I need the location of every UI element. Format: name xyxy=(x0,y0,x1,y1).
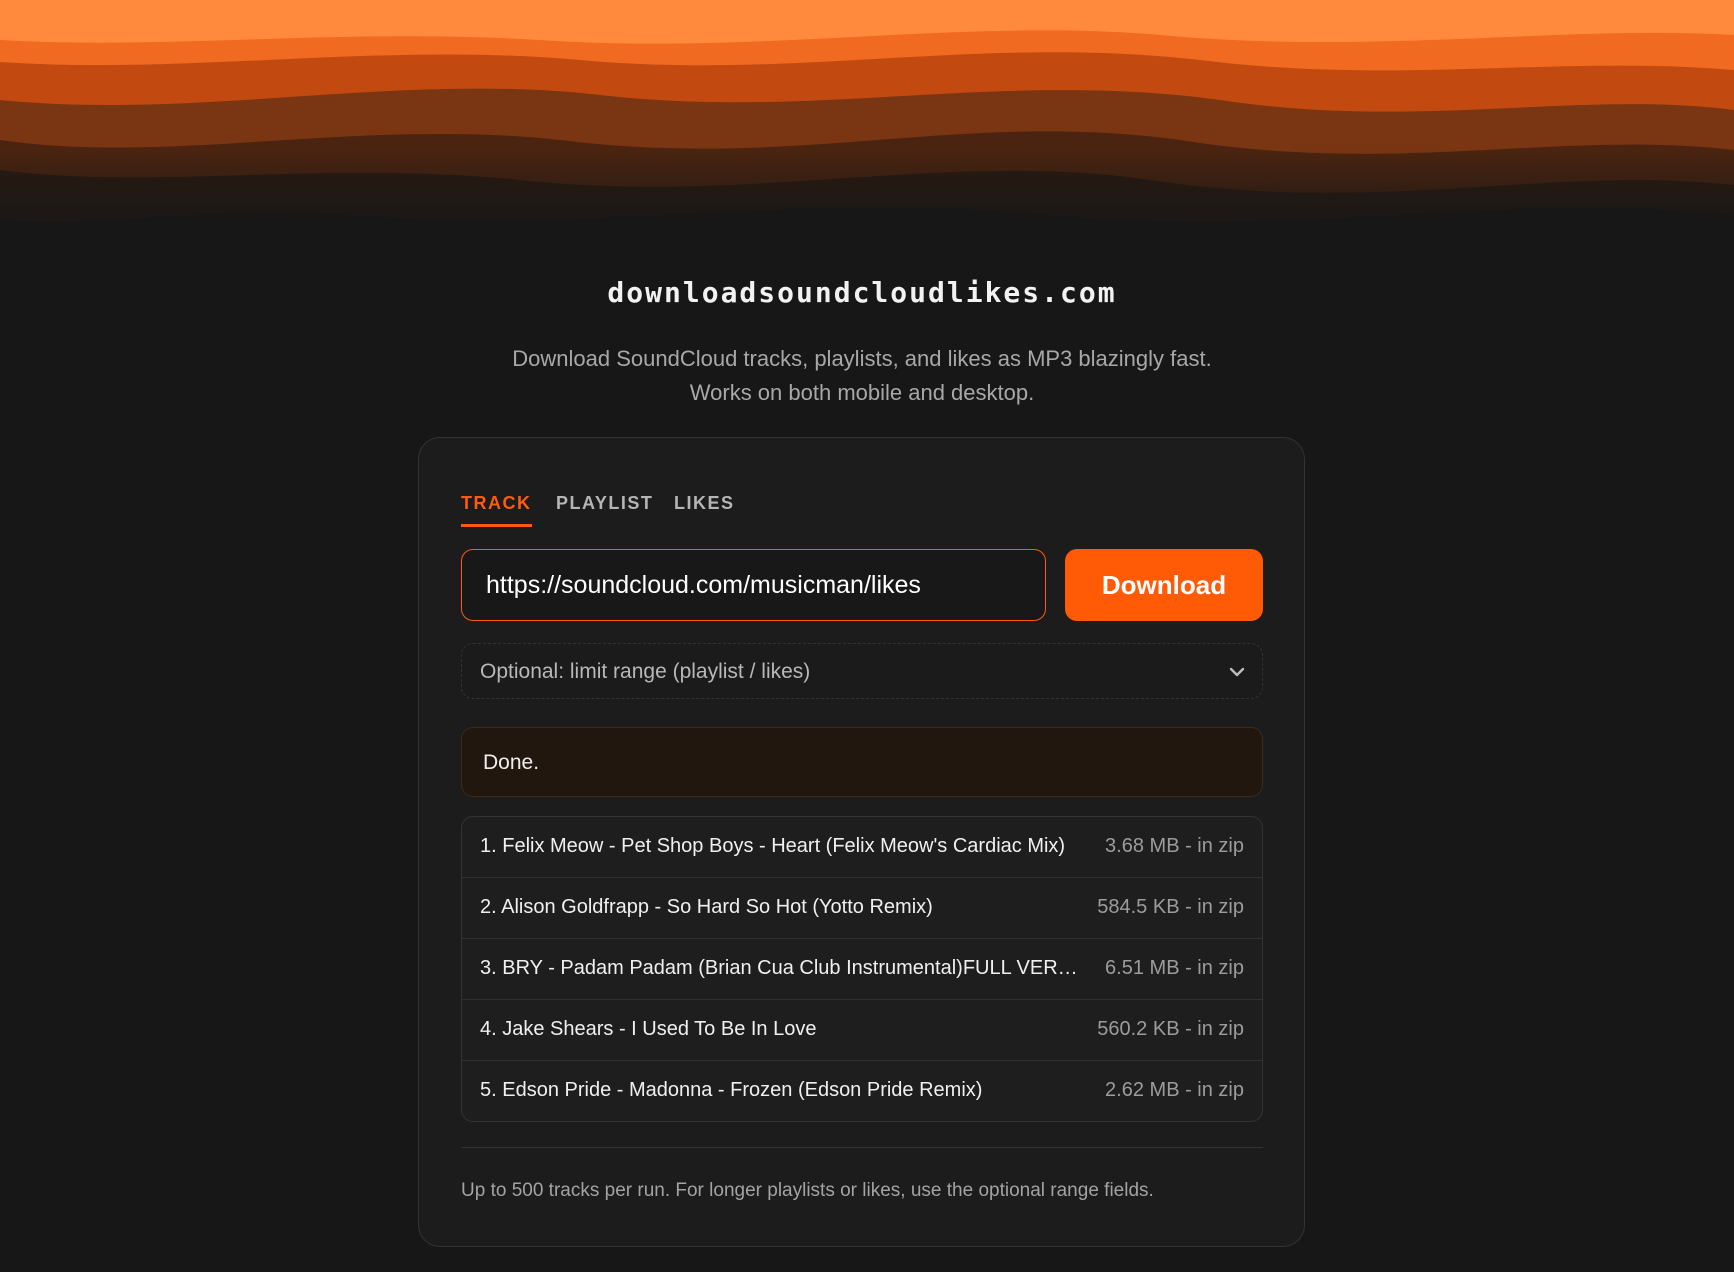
tab-playlist[interactable]: PLAYLIST xyxy=(556,493,653,524)
track-name: 5. Edson Pride - Madonna - Frozen (Edson… xyxy=(480,1079,983,1101)
tagline-line-1: Download SoundCloud tracks, playlists, a… xyxy=(512,346,1212,371)
track-row: 3. BRY - Padam Padam (Brian Cua Club Ins… xyxy=(462,939,1262,1000)
track-name: 2. Alison Goldfrapp - So Hard So Hot (Yo… xyxy=(480,896,933,918)
track-row: 2. Alison Goldfrapp - So Hard So Hot (Yo… xyxy=(462,878,1262,939)
track-size: 584.5 KB - in zip xyxy=(1097,896,1244,918)
range-toggle-label: Optional: limit range (playlist / likes) xyxy=(480,660,811,683)
track-row: 5. Edson Pride - Madonna - Frozen (Edson… xyxy=(462,1061,1262,1121)
chevron-down-icon xyxy=(1229,667,1245,677)
status-text: Done. xyxy=(483,751,540,774)
page: downloadsoundcloudlikes.com Download Sou… xyxy=(0,0,1734,1272)
track-list: 1. Felix Meow - Pet Shop Boys - Heart (F… xyxy=(461,816,1263,1122)
tagline-line-2: Works on both mobile and desktop. xyxy=(689,380,1035,405)
track-name: 3. BRY - Padam Padam (Brian Cua Club Ins… xyxy=(480,957,1090,979)
footnote: Up to 500 tracks per run. For longer pla… xyxy=(461,1180,1154,1201)
url-input[interactable] xyxy=(461,549,1046,621)
tab-likes[interactable]: LIKES xyxy=(674,493,735,524)
track-size: 3.68 MB - in zip xyxy=(1105,835,1244,857)
tagline: Download SoundCloud tracks, playlists, a… xyxy=(0,342,1724,410)
status-box: Done. xyxy=(461,727,1263,797)
track-row: 1. Felix Meow - Pet Shop Boys - Heart (F… xyxy=(462,817,1262,878)
divider xyxy=(461,1147,1263,1148)
track-size: 6.51 MB - in zip xyxy=(1105,957,1244,979)
download-button[interactable]: Download xyxy=(1065,549,1263,621)
download-card: TRACK PLAYLIST LIKES Download Optional: … xyxy=(418,437,1305,1247)
track-size: 560.2 KB - in zip xyxy=(1097,1018,1244,1040)
site-title: downloadsoundcloudlikes.com xyxy=(607,276,1117,309)
range-toggle[interactable]: Optional: limit range (playlist / likes) xyxy=(461,643,1263,699)
tab-track[interactable]: TRACK xyxy=(461,493,532,527)
track-name: 4. Jake Shears - I Used To Be In Love xyxy=(480,1018,817,1040)
track-row: 4. Jake Shears - I Used To Be In Love 56… xyxy=(462,1000,1262,1061)
track-name: 1. Felix Meow - Pet Shop Boys - Heart (F… xyxy=(480,835,1066,857)
wave-banner xyxy=(0,0,1734,240)
track-size: 2.62 MB - in zip xyxy=(1105,1079,1244,1101)
